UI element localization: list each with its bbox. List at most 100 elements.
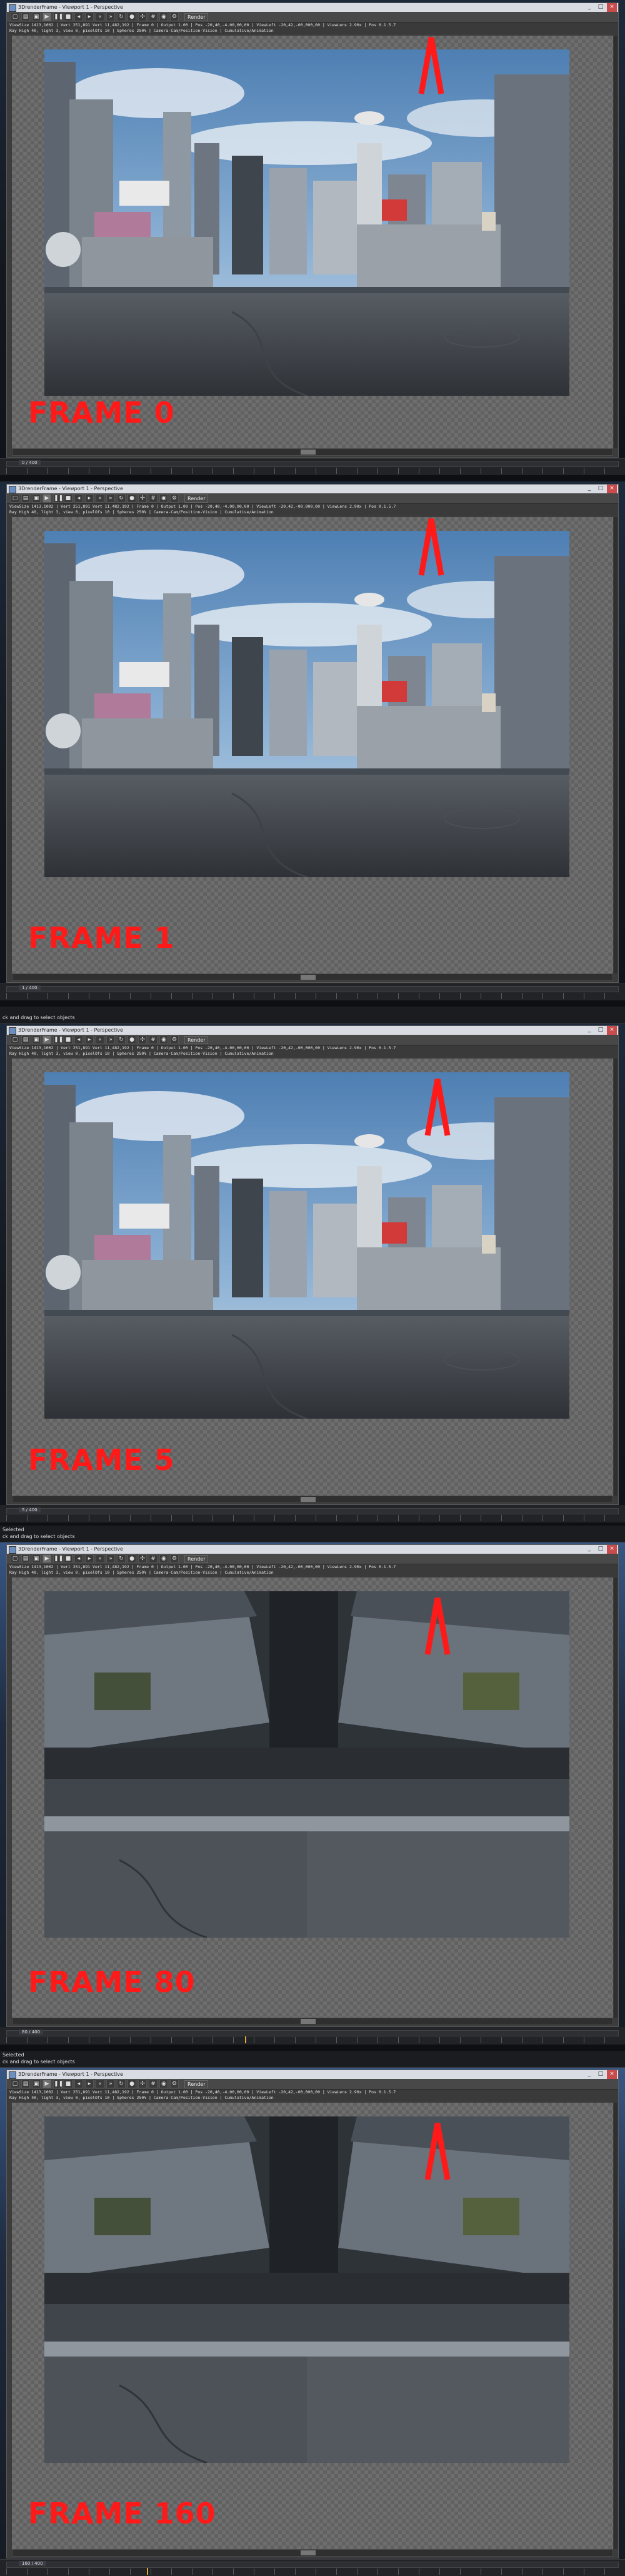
loop-icon[interactable]: ↻ bbox=[117, 13, 126, 21]
save-icon[interactable]: ▣ bbox=[32, 2080, 41, 2088]
timeline[interactable]: 80 / 400 bbox=[0, 2028, 625, 2045]
play-icon[interactable]: ▶ bbox=[42, 1554, 51, 1563]
gear-icon[interactable]: ⚙ bbox=[170, 1035, 179, 1044]
open-icon[interactable]: ▤ bbox=[21, 13, 30, 21]
prev-icon[interactable]: ◂ bbox=[74, 494, 83, 503]
vertical-scrollbar[interactable] bbox=[614, 2103, 618, 2549]
timeline-track[interactable] bbox=[6, 1508, 619, 1514]
loop-icon[interactable]: ↻ bbox=[117, 1035, 126, 1044]
minimize-icon[interactable]: _ bbox=[584, 3, 594, 12]
stop-icon[interactable]: ■ bbox=[64, 1035, 72, 1044]
rewind-icon[interactable]: « bbox=[96, 1554, 104, 1563]
next-icon[interactable]: ▸ bbox=[85, 2080, 94, 2088]
horizontal-scrollbar[interactable] bbox=[12, 1496, 613, 1503]
timeline-track[interactable] bbox=[6, 986, 619, 992]
vertical-scrollbar[interactable] bbox=[614, 36, 618, 448]
new-icon[interactable]: ▢ bbox=[11, 494, 19, 503]
new-icon[interactable]: ▢ bbox=[11, 2080, 19, 2088]
timeline[interactable]: 0 / 400 bbox=[0, 458, 625, 475]
maximize-icon[interactable]: □ bbox=[596, 485, 606, 493]
open-icon[interactable]: ▤ bbox=[21, 2080, 30, 2088]
stop-icon[interactable]: ■ bbox=[64, 1554, 72, 1563]
camera-icon[interactable]: ◉ bbox=[159, 1035, 168, 1044]
snap-icon[interactable]: ✣ bbox=[138, 13, 147, 21]
next-icon[interactable]: ▸ bbox=[85, 13, 94, 21]
scroll-thumb[interactable] bbox=[300, 450, 316, 455]
forward-icon[interactable]: » bbox=[106, 494, 115, 503]
open-icon[interactable]: ▤ bbox=[21, 494, 30, 503]
forward-icon[interactable]: » bbox=[106, 1554, 115, 1563]
loop-icon[interactable]: ↻ bbox=[117, 494, 126, 503]
open-icon[interactable]: ▤ bbox=[21, 1035, 30, 1044]
forward-icon[interactable]: » bbox=[106, 13, 115, 21]
horizontal-scrollbar[interactable] bbox=[12, 2018, 613, 2025]
render-viewport[interactable]: FRAME 160 bbox=[12, 2103, 613, 2549]
forward-icon[interactable]: » bbox=[106, 2080, 115, 2088]
new-icon[interactable]: ▢ bbox=[11, 13, 19, 21]
timeline-playhead[interactable] bbox=[147, 2568, 149, 2575]
rewind-icon[interactable]: « bbox=[96, 2080, 104, 2088]
prev-icon[interactable]: ◂ bbox=[74, 13, 83, 21]
gear-icon[interactable]: ⚙ bbox=[170, 13, 179, 21]
rewind-icon[interactable]: « bbox=[96, 1035, 104, 1044]
record-icon[interactable]: ● bbox=[128, 1554, 136, 1563]
snap-icon[interactable]: ✣ bbox=[138, 494, 147, 503]
prev-icon[interactable]: ◂ bbox=[74, 2080, 83, 2088]
camera-icon[interactable]: ◉ bbox=[159, 494, 168, 503]
record-icon[interactable]: ● bbox=[128, 13, 136, 21]
timeline-playhead[interactable] bbox=[245, 2036, 247, 2043]
maximize-icon[interactable]: □ bbox=[596, 1026, 606, 1035]
close-icon[interactable]: × bbox=[607, 3, 617, 12]
next-icon[interactable]: ▸ bbox=[85, 1554, 94, 1563]
render-view-select[interactable]: Render bbox=[184, 13, 209, 21]
pause-icon[interactable]: ❚❚ bbox=[53, 1554, 63, 1563]
grid-icon[interactable]: # bbox=[149, 1554, 158, 1563]
vertical-scrollbar[interactable] bbox=[614, 1577, 618, 2018]
horizontal-scrollbar[interactable] bbox=[12, 448, 613, 456]
render-view-select[interactable]: Render bbox=[184, 1554, 209, 1563]
pause-icon[interactable]: ❚❚ bbox=[53, 2080, 63, 2088]
horizontal-scrollbar[interactable] bbox=[12, 974, 613, 981]
maximize-icon[interactable]: □ bbox=[596, 3, 606, 12]
snap-icon[interactable]: ✣ bbox=[138, 1554, 147, 1563]
save-icon[interactable]: ▣ bbox=[32, 1035, 41, 1044]
maximize-icon[interactable]: □ bbox=[596, 1545, 606, 1554]
scroll-thumb[interactable] bbox=[300, 975, 316, 980]
scroll-thumb[interactable] bbox=[300, 2550, 316, 2555]
loop-icon[interactable]: ↻ bbox=[117, 1554, 126, 1563]
camera-icon[interactable]: ◉ bbox=[159, 2080, 168, 2088]
render-viewport[interactable]: FRAME 80 bbox=[12, 1577, 613, 2018]
loop-icon[interactable]: ↻ bbox=[117, 2080, 126, 2088]
timeline[interactable]: 160 / 400 bbox=[0, 2559, 625, 2576]
save-icon[interactable]: ▣ bbox=[32, 1554, 41, 1563]
gear-icon[interactable]: ⚙ bbox=[170, 2080, 179, 2088]
scroll-thumb[interactable] bbox=[300, 2019, 316, 2024]
pause-icon[interactable]: ❚❚ bbox=[53, 494, 63, 503]
grid-icon[interactable]: # bbox=[149, 1035, 158, 1044]
maximize-icon[interactable]: □ bbox=[596, 2070, 606, 2079]
camera-icon[interactable]: ◉ bbox=[159, 13, 168, 21]
forward-icon[interactable]: » bbox=[106, 1035, 115, 1044]
grid-icon[interactable]: # bbox=[149, 13, 158, 21]
timeline[interactable]: 5 / 400 bbox=[0, 1506, 625, 1522]
timeline-track[interactable] bbox=[6, 2030, 619, 2036]
new-icon[interactable]: ▢ bbox=[11, 1554, 19, 1563]
timeline[interactable]: 1 / 400 bbox=[0, 984, 625, 1000]
minimize-icon[interactable]: _ bbox=[584, 485, 594, 493]
prev-icon[interactable]: ◂ bbox=[74, 1554, 83, 1563]
rewind-icon[interactable]: « bbox=[96, 13, 104, 21]
play-icon[interactable]: ▶ bbox=[42, 494, 51, 503]
record-icon[interactable]: ● bbox=[128, 2080, 136, 2088]
camera-icon[interactable]: ◉ bbox=[159, 1554, 168, 1563]
render-view-select[interactable]: Render bbox=[184, 2080, 209, 2088]
scroll-thumb[interactable] bbox=[300, 1497, 316, 1502]
stop-icon[interactable]: ■ bbox=[64, 494, 72, 503]
render-viewport[interactable]: FRAME 0 bbox=[12, 36, 613, 448]
stop-icon[interactable]: ■ bbox=[64, 2080, 72, 2088]
next-icon[interactable]: ▸ bbox=[85, 1035, 94, 1044]
timeline-track[interactable] bbox=[6, 2562, 619, 2568]
new-icon[interactable]: ▢ bbox=[11, 1035, 19, 1044]
close-icon[interactable]: × bbox=[607, 485, 617, 493]
stop-icon[interactable]: ■ bbox=[64, 13, 72, 21]
close-icon[interactable]: × bbox=[607, 1545, 617, 1554]
